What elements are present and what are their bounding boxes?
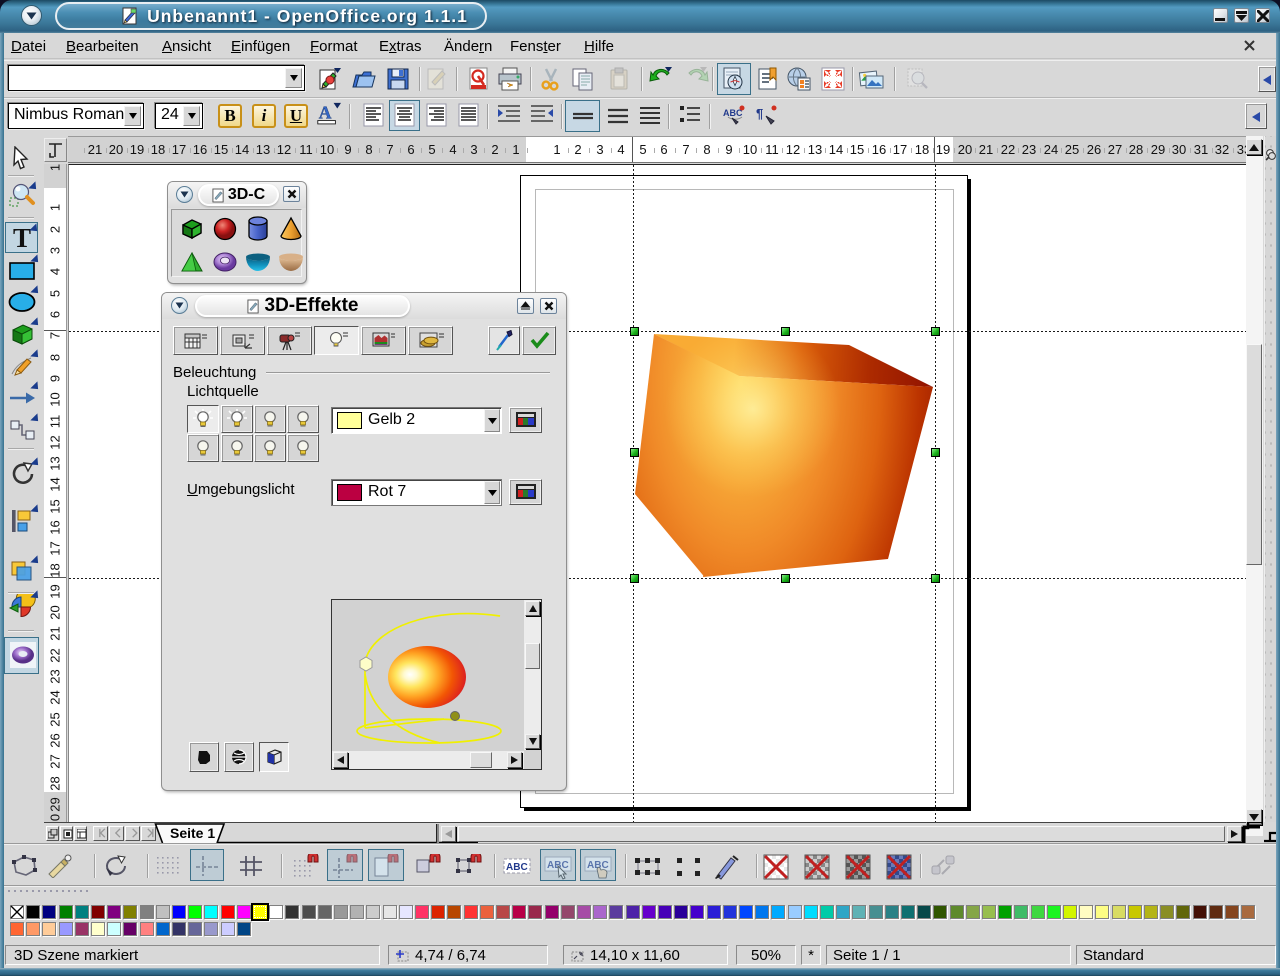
svg-text:¶: ¶: [756, 106, 763, 121]
svg-text:ABC: ABC: [723, 108, 743, 118]
svg-text:Seite 1: Seite 1: [170, 825, 215, 841]
svg-text:ABC: ABC: [506, 862, 528, 873]
svg-text:A: A: [319, 103, 332, 123]
